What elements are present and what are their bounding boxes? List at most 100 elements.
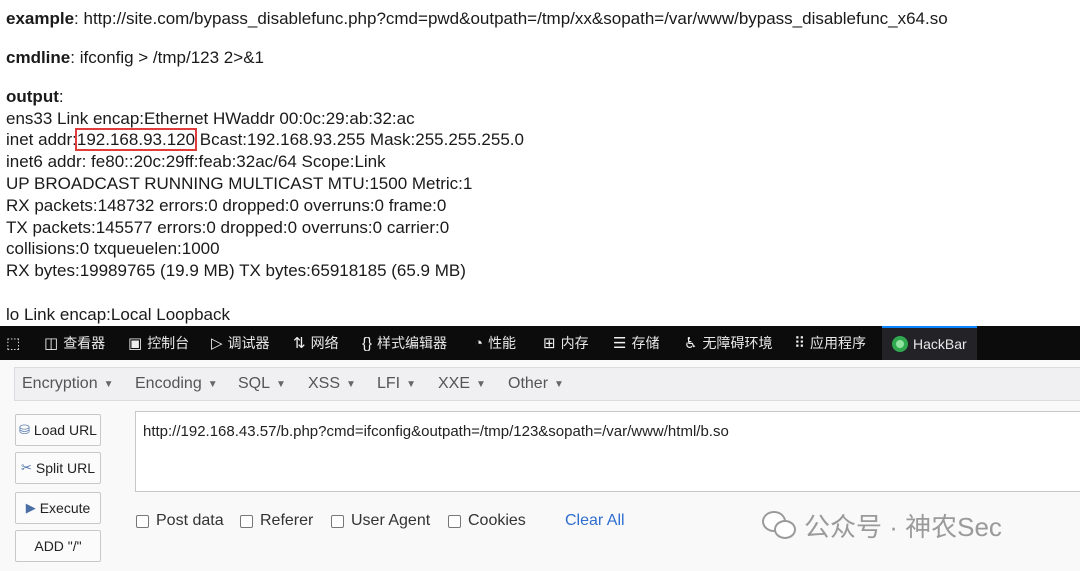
- tab-application-label: 应用程序: [810, 335, 866, 351]
- inspector-icon: ◫: [44, 335, 59, 352]
- menu-label: XXE: [438, 375, 471, 392]
- tab-network[interactable]: ⇅ 网络: [293, 326, 339, 360]
- tab-style-editor[interactable]: {} 样式编辑器: [362, 326, 447, 360]
- devtools-toolbar: ⬚ ◫ 查看器 ▣ 控制台 ▷ 调试器 ⇅ 网络 {} 样式编辑器 ◔ 性能 ⊞…: [0, 326, 1080, 360]
- referer-checkbox[interactable]: Referer: [240, 512, 313, 530]
- output-heading: output:: [6, 87, 64, 107]
- tab-network-label: 网络: [310, 335, 339, 351]
- tab-storage-label: 存储: [631, 335, 660, 351]
- watermark: 公众号 · 神农Sec: [762, 507, 1002, 543]
- hackbar-menubar: Encryption ▼ Encoding ▼ SQL ▼ XSS ▼ LFI ▼ XXE…: [14, 367, 1080, 401]
- cmdline-value: : ifconfig > /tmp/123 2>&1: [70, 48, 264, 67]
- menu-label: SQL: [238, 375, 271, 392]
- debugger-icon: ▷: [211, 335, 223, 352]
- performance-icon: ◔: [474, 334, 484, 352]
- checkbox-box: [448, 514, 461, 528]
- watermark-text: 公众号 · 神农Sec: [804, 511, 1002, 542]
- tab-style-editor-label: 样式编辑器: [377, 335, 448, 351]
- application-icon: ⠿: [794, 335, 805, 352]
- tab-console[interactable]: ▣ 控制台: [128, 326, 189, 360]
- menu-xxe[interactable]: XXE ▼: [438, 368, 486, 400]
- execute-label: Execute: [39, 500, 91, 516]
- url-input[interactable]: http://192.168.43.57/b.php?cmd=ifconfig&…: [135, 411, 1080, 492]
- example-value: : http://site.com/bypass_disablefunc.php…: [74, 9, 948, 28]
- output-line: inet6 addr: fe80::20c:29ff:feab:32ac/64 …: [6, 152, 386, 171]
- cookies-label: Cookies: [468, 512, 526, 529]
- tab-application[interactable]: ⠿ 应用程序: [794, 326, 866, 360]
- menu-other[interactable]: Other ▼: [508, 368, 564, 400]
- chevron-down-icon: ▼: [207, 378, 218, 390]
- tab-memory-label: 内存: [560, 335, 589, 351]
- menu-sql[interactable]: SQL ▼: [238, 368, 286, 400]
- tab-storage[interactable]: ☰ 存储: [613, 326, 659, 360]
- accessibility-icon: ♿: [684, 335, 698, 352]
- inet-rest: Bcast:192.168.93.255 Mask:255.255.255.0: [195, 130, 524, 149]
- output-colon: :: [58, 87, 64, 106]
- chevron-down-icon: ▼: [554, 378, 564, 390]
- menu-encoding[interactable]: Encoding ▼: [135, 368, 218, 400]
- network-icon: ⇅: [293, 335, 306, 352]
- menu-label: Encryption: [22, 375, 98, 392]
- output-line: ens33 Link encap:Ethernet HWaddr 00:0c:2…: [6, 109, 415, 128]
- execute-button[interactable]: ▶ Execute: [15, 492, 101, 524]
- add-slash-button[interactable]: ADD "/": [15, 530, 101, 562]
- tab-debugger[interactable]: ▷ 调试器: [211, 326, 270, 360]
- post-data-checkbox[interactable]: Post data: [136, 512, 224, 530]
- post-data-label: Post data: [156, 512, 224, 529]
- style-editor-icon: {}: [362, 334, 373, 352]
- tab-accessibility[interactable]: ♿ 无障碍环境: [684, 326, 772, 360]
- chevron-down-icon: ▼: [406, 378, 417, 390]
- element-picker-button[interactable]: ⬚: [6, 326, 20, 360]
- console-icon: ▣: [128, 335, 143, 352]
- inet-addr-line: inet addr:192.168.93.120 Bcast:192.168.9…: [6, 128, 524, 151]
- menu-encryption[interactable]: Encryption ▼: [22, 368, 114, 400]
- clear-all-link[interactable]: Clear All: [565, 512, 625, 530]
- menu-label: XSS: [308, 375, 341, 392]
- user-agent-checkbox[interactable]: User Agent: [331, 512, 430, 530]
- checkbox-box: [136, 514, 149, 528]
- tab-hackbar[interactable]: HackBar: [882, 326, 977, 360]
- add-slash-label: ADD "/": [34, 538, 82, 554]
- cmdline-label: cmdline: [6, 48, 71, 67]
- tab-hackbar-label: HackBar: [913, 336, 967, 352]
- split-url-button[interactable]: ✂ Split URL: [15, 452, 101, 484]
- load-url-button[interactable]: ⛁ Load URL: [15, 414, 101, 446]
- menu-xss[interactable]: XSS ▼: [308, 368, 356, 400]
- memory-icon: ⊞: [543, 335, 556, 352]
- chevron-down-icon: ▼: [103, 378, 114, 390]
- highlighted-ip: 192.168.93.120: [74, 128, 198, 151]
- output-line: RX bytes:19989765 (19.9 MB) TX bytes:659…: [6, 261, 466, 280]
- storage-icon: ☰: [613, 335, 627, 352]
- tab-inspector-label: 查看器: [63, 335, 106, 351]
- cookies-checkbox[interactable]: Cookies: [448, 512, 526, 530]
- output-line: collisions:0 txqueuelen:1000: [6, 239, 220, 258]
- referer-label: Referer: [260, 512, 314, 529]
- chevron-down-icon: ▼: [476, 378, 486, 390]
- example-line: example: http://site.com/bypass_disablef…: [6, 9, 948, 29]
- tab-inspector[interactable]: ◫ 查看器: [44, 326, 105, 360]
- menu-label: Other: [508, 375, 549, 392]
- tab-performance[interactable]: ◔ 性能: [474, 326, 516, 360]
- wechat-icon: [762, 511, 796, 539]
- menu-lfi[interactable]: LFI ▼: [377, 368, 416, 400]
- load-url-icon: ⛁: [19, 422, 30, 437]
- tab-accessibility-label: 无障碍环境: [702, 335, 773, 351]
- scissors-icon: ✂: [20, 460, 32, 475]
- split-url-label: Split URL: [35, 460, 96, 476]
- tab-performance-label: 性能: [488, 335, 517, 351]
- element-picker-icon: ⬚: [6, 335, 21, 352]
- chevron-down-icon: ▼: [276, 378, 286, 390]
- menu-label: Encoding: [135, 375, 202, 392]
- menu-label: LFI: [377, 375, 401, 392]
- tab-console-label: 控制台: [147, 335, 190, 351]
- play-icon: ▶: [25, 500, 36, 515]
- tab-memory[interactable]: ⊞ 内存: [543, 326, 589, 360]
- output-line: lo Link encap:Local Loopback: [6, 305, 230, 324]
- output-line: TX packets:145577 errors:0 dropped:0 ove…: [6, 218, 450, 237]
- checkbox-box: [331, 514, 344, 528]
- user-agent-label: User Agent: [351, 512, 431, 529]
- inet-prefix: inet addr:: [6, 130, 77, 149]
- output-line: UP BROADCAST RUNNING MULTICAST MTU:1500 …: [6, 174, 473, 193]
- cmdline-line: cmdline: ifconfig > /tmp/123 2>&1: [6, 48, 264, 68]
- output-line: RX packets:148732 errors:0 dropped:0 ove…: [6, 196, 447, 215]
